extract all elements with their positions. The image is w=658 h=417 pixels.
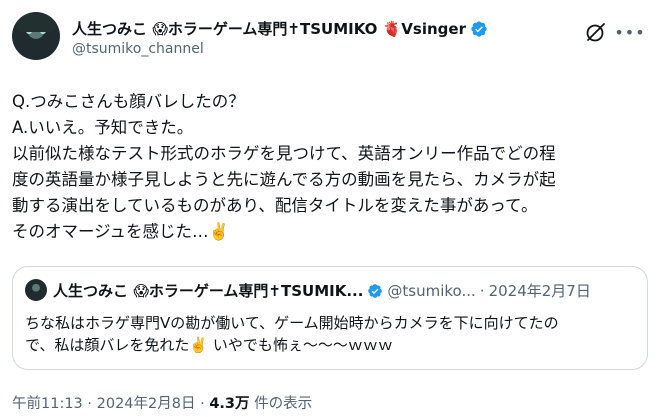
post-line: 以前似た様なテスト形式のホラゲを見つけて、英語オンリー作品でどの程 xyxy=(12,144,556,163)
post-date[interactable]: 2024年2月8日 xyxy=(97,396,196,412)
view-count: 4.3万 xyxy=(209,396,250,412)
author-handle[interactable]: @tsumiko_channel xyxy=(72,41,204,57)
verified-badge-icon xyxy=(471,20,487,37)
quote-separator: · xyxy=(479,281,485,300)
grok-icon[interactable] xyxy=(584,20,608,44)
post-header: 人生つみこ 😱ホラーゲーム専門✝TSUMIKO 🫀Vsinger @tsumik… xyxy=(12,12,646,64)
post-text: Q.つみこさんも顔バレしたの？ A.いいえ。予知できた。 以前似た様なテスト形式… xyxy=(12,89,648,245)
quote-text: ちな私はホラゲ専門Vの勘が働いて、ゲーム開始時からカメラを下に向けてたの で、私… xyxy=(25,312,637,356)
quote-line: ちな私はホラゲ専門Vの勘が働いて、ゲーム開始時からカメラを下に向けてたの xyxy=(25,314,559,332)
post-line: Q.つみこさんも顔バレしたの？ xyxy=(12,92,245,111)
avatar[interactable] xyxy=(12,12,60,60)
display-name[interactable]: 人生つみこ 😱ホラーゲーム専門✝TSUMIKO 🫀Vsinger xyxy=(72,18,466,39)
post-time[interactable]: 午前11:13 xyxy=(12,396,83,412)
post-line: A.いいえ。予知できた。 xyxy=(12,118,194,137)
meta-separator: · xyxy=(82,396,97,412)
quote-date: 2024年2月7日 xyxy=(488,282,591,300)
view-label: 件の表示 xyxy=(249,396,313,412)
quote-avatar xyxy=(25,279,47,301)
more-icon[interactable]: ••• xyxy=(614,20,644,44)
post-meta: 午前11:13 · 2024年2月8日 · 4.3万 件の表示 xyxy=(12,392,312,413)
verified-badge-icon xyxy=(368,283,383,298)
meta-separator: · xyxy=(195,396,210,412)
author-name-row[interactable]: 人生つみこ 😱ホラーゲーム専門✝TSUMIKO 🫀Vsinger xyxy=(72,18,488,39)
quote-header: 人生つみこ 😱ホラーゲーム専門✝TSUMIK... @tsumiko... · … xyxy=(53,280,635,301)
post-line: そのオマージュを感じた…✌️ xyxy=(12,222,230,241)
quote-line: で、私は顔バレを免れた✌️ いやでも怖ぇ～～～ｗｗｗ xyxy=(25,336,393,354)
quoted-post[interactable]: 人生つみこ 😱ホラーゲーム専門✝TSUMIK... @tsumiko... · … xyxy=(12,266,648,370)
quote-handle: @tsumiko... xyxy=(387,281,476,300)
post-line: 動する演出をしているものがあり、配信タイトルを変えた事があって。 xyxy=(12,196,538,215)
quote-display-name: 人生つみこ 😱ホラーゲーム専門✝TSUMIK... xyxy=(53,282,364,300)
post-line: 度の英語量か様子見しようと先に遊んでる方の動画を見たら、カメラが起 xyxy=(12,170,556,189)
